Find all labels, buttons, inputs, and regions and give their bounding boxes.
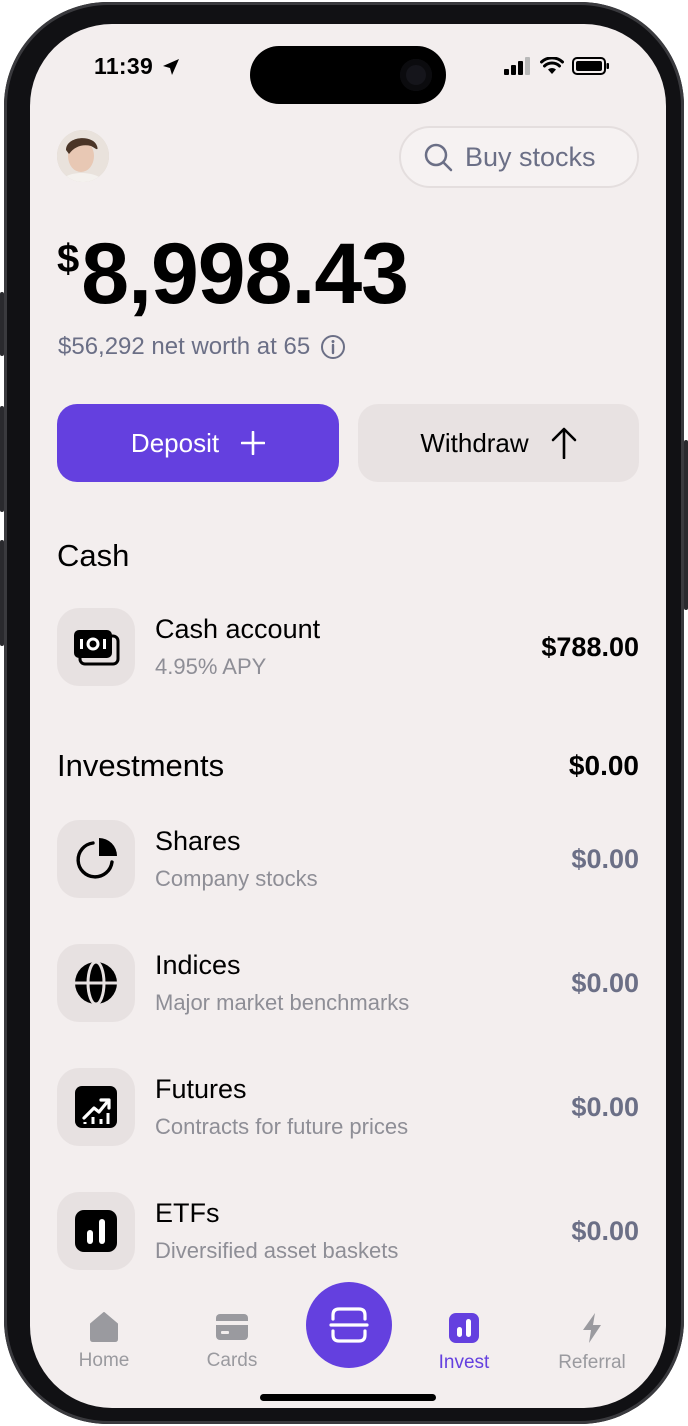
home-icon xyxy=(90,1312,118,1342)
plus-icon xyxy=(241,431,266,455)
pie-chart-icon xyxy=(76,838,117,879)
screen: 11:39 Buy stocks $ 8,998.43 $56,292 net … xyxy=(30,24,666,1408)
indices-icon-tile xyxy=(57,944,135,1022)
globe-icon xyxy=(75,960,117,1006)
shares-value: $0.00 xyxy=(571,844,639,874)
invest-icon xyxy=(449,1313,479,1343)
battery-icon xyxy=(572,57,609,75)
shares-icon-tile xyxy=(57,820,135,898)
tab-invest-label: Invest xyxy=(438,1352,490,1373)
balance-currency: $ xyxy=(57,237,80,281)
cash-account-name: Cash account xyxy=(155,614,321,644)
balance-amount: 8,998.43 xyxy=(81,226,409,322)
shares-name: Shares xyxy=(155,826,241,856)
cash-account-value: $788.00 xyxy=(541,632,639,662)
tab-home-label: Home xyxy=(78,1350,130,1371)
camera xyxy=(400,59,432,91)
tab-cards[interactable]: Cards xyxy=(182,1312,282,1372)
wifi-icon xyxy=(540,57,564,74)
tab-referral[interactable]: Referral xyxy=(542,1312,642,1374)
scan-button[interactable] xyxy=(306,1282,392,1368)
withdraw-button[interactable]: Withdraw xyxy=(358,404,639,482)
avatar[interactable] xyxy=(57,130,109,182)
home-indicator[interactable] xyxy=(260,1394,436,1401)
power-button[interactable] xyxy=(684,440,688,610)
phone-frame: 11:39 Buy stocks $ 8,998.43 $56,292 net … xyxy=(4,2,684,1424)
tab-home[interactable]: Home xyxy=(54,1312,154,1372)
bar-chart-icon xyxy=(75,1210,117,1252)
status-icons xyxy=(504,57,610,75)
scan-icon xyxy=(329,1307,369,1343)
net-worth-text: $56,292 net worth at 65 xyxy=(58,333,311,360)
etfs-value: $0.00 xyxy=(571,1216,639,1246)
tab-cards-label: Cards xyxy=(206,1350,258,1371)
indices-subtitle: Major market benchmarks xyxy=(155,990,410,1015)
tab-referral-label: Referral xyxy=(558,1352,626,1373)
futures-name: Futures xyxy=(155,1074,247,1104)
investments-section-title: Investments xyxy=(57,748,225,783)
avatar-image xyxy=(57,130,109,182)
buy-stocks-label: Buy stocks xyxy=(465,141,596,172)
futures-subtitle: Contracts for future prices xyxy=(155,1114,409,1139)
location-arrow-icon xyxy=(163,59,179,75)
signal-icon xyxy=(504,57,530,75)
indices-value: $0.00 xyxy=(571,968,639,998)
etfs-row[interactable]: ETFs Diversified asset baskets $0.00 xyxy=(57,1192,639,1272)
indices-row[interactable]: Indices Major market benchmarks $0.00 xyxy=(57,944,639,1024)
cash-account-apy: 4.95% APY xyxy=(155,654,267,679)
search-icon xyxy=(424,143,453,172)
withdraw-label: Withdraw xyxy=(420,427,529,458)
deposit-button[interactable]: Deposit xyxy=(57,404,339,482)
cash-icon xyxy=(74,630,120,666)
balance: $ 8,998.43 xyxy=(57,226,409,322)
net-worth[interactable]: $56,292 net worth at 65 xyxy=(58,333,346,361)
futures-value: $0.00 xyxy=(571,1092,639,1122)
card-icon xyxy=(216,1314,248,1340)
deposit-label: Deposit xyxy=(130,427,220,458)
etfs-name: ETFs xyxy=(155,1198,220,1228)
shares-row[interactable]: Shares Company stocks $0.00 xyxy=(57,820,639,900)
futures-row[interactable]: Futures Contracts for future prices $0.0… xyxy=(57,1068,639,1148)
tab-invest[interactable]: Invest xyxy=(414,1312,514,1374)
arrow-up-icon xyxy=(551,427,576,459)
etfs-icon-tile xyxy=(57,1192,135,1270)
shares-subtitle: Company stocks xyxy=(155,866,318,891)
tab-bar: Home Cards Invest Referral xyxy=(30,1282,666,1408)
investments-total: $0.00 xyxy=(568,750,639,781)
indices-name: Indices xyxy=(155,950,241,980)
bolt-icon xyxy=(583,1313,601,1343)
cash-account-row[interactable]: Cash account 4.95% APY $788.00 xyxy=(57,608,639,688)
status-time: 11:39 xyxy=(94,53,154,79)
cash-icon-tile xyxy=(57,608,135,686)
futures-icon-tile xyxy=(57,1068,135,1146)
cash-section-title: Cash xyxy=(57,538,130,573)
buy-stocks-button[interactable]: Buy stocks xyxy=(399,126,639,188)
etfs-subtitle: Diversified asset baskets xyxy=(155,1238,399,1263)
dynamic-island xyxy=(250,46,446,104)
info-icon[interactable] xyxy=(320,334,346,360)
trend-up-icon xyxy=(75,1086,117,1128)
